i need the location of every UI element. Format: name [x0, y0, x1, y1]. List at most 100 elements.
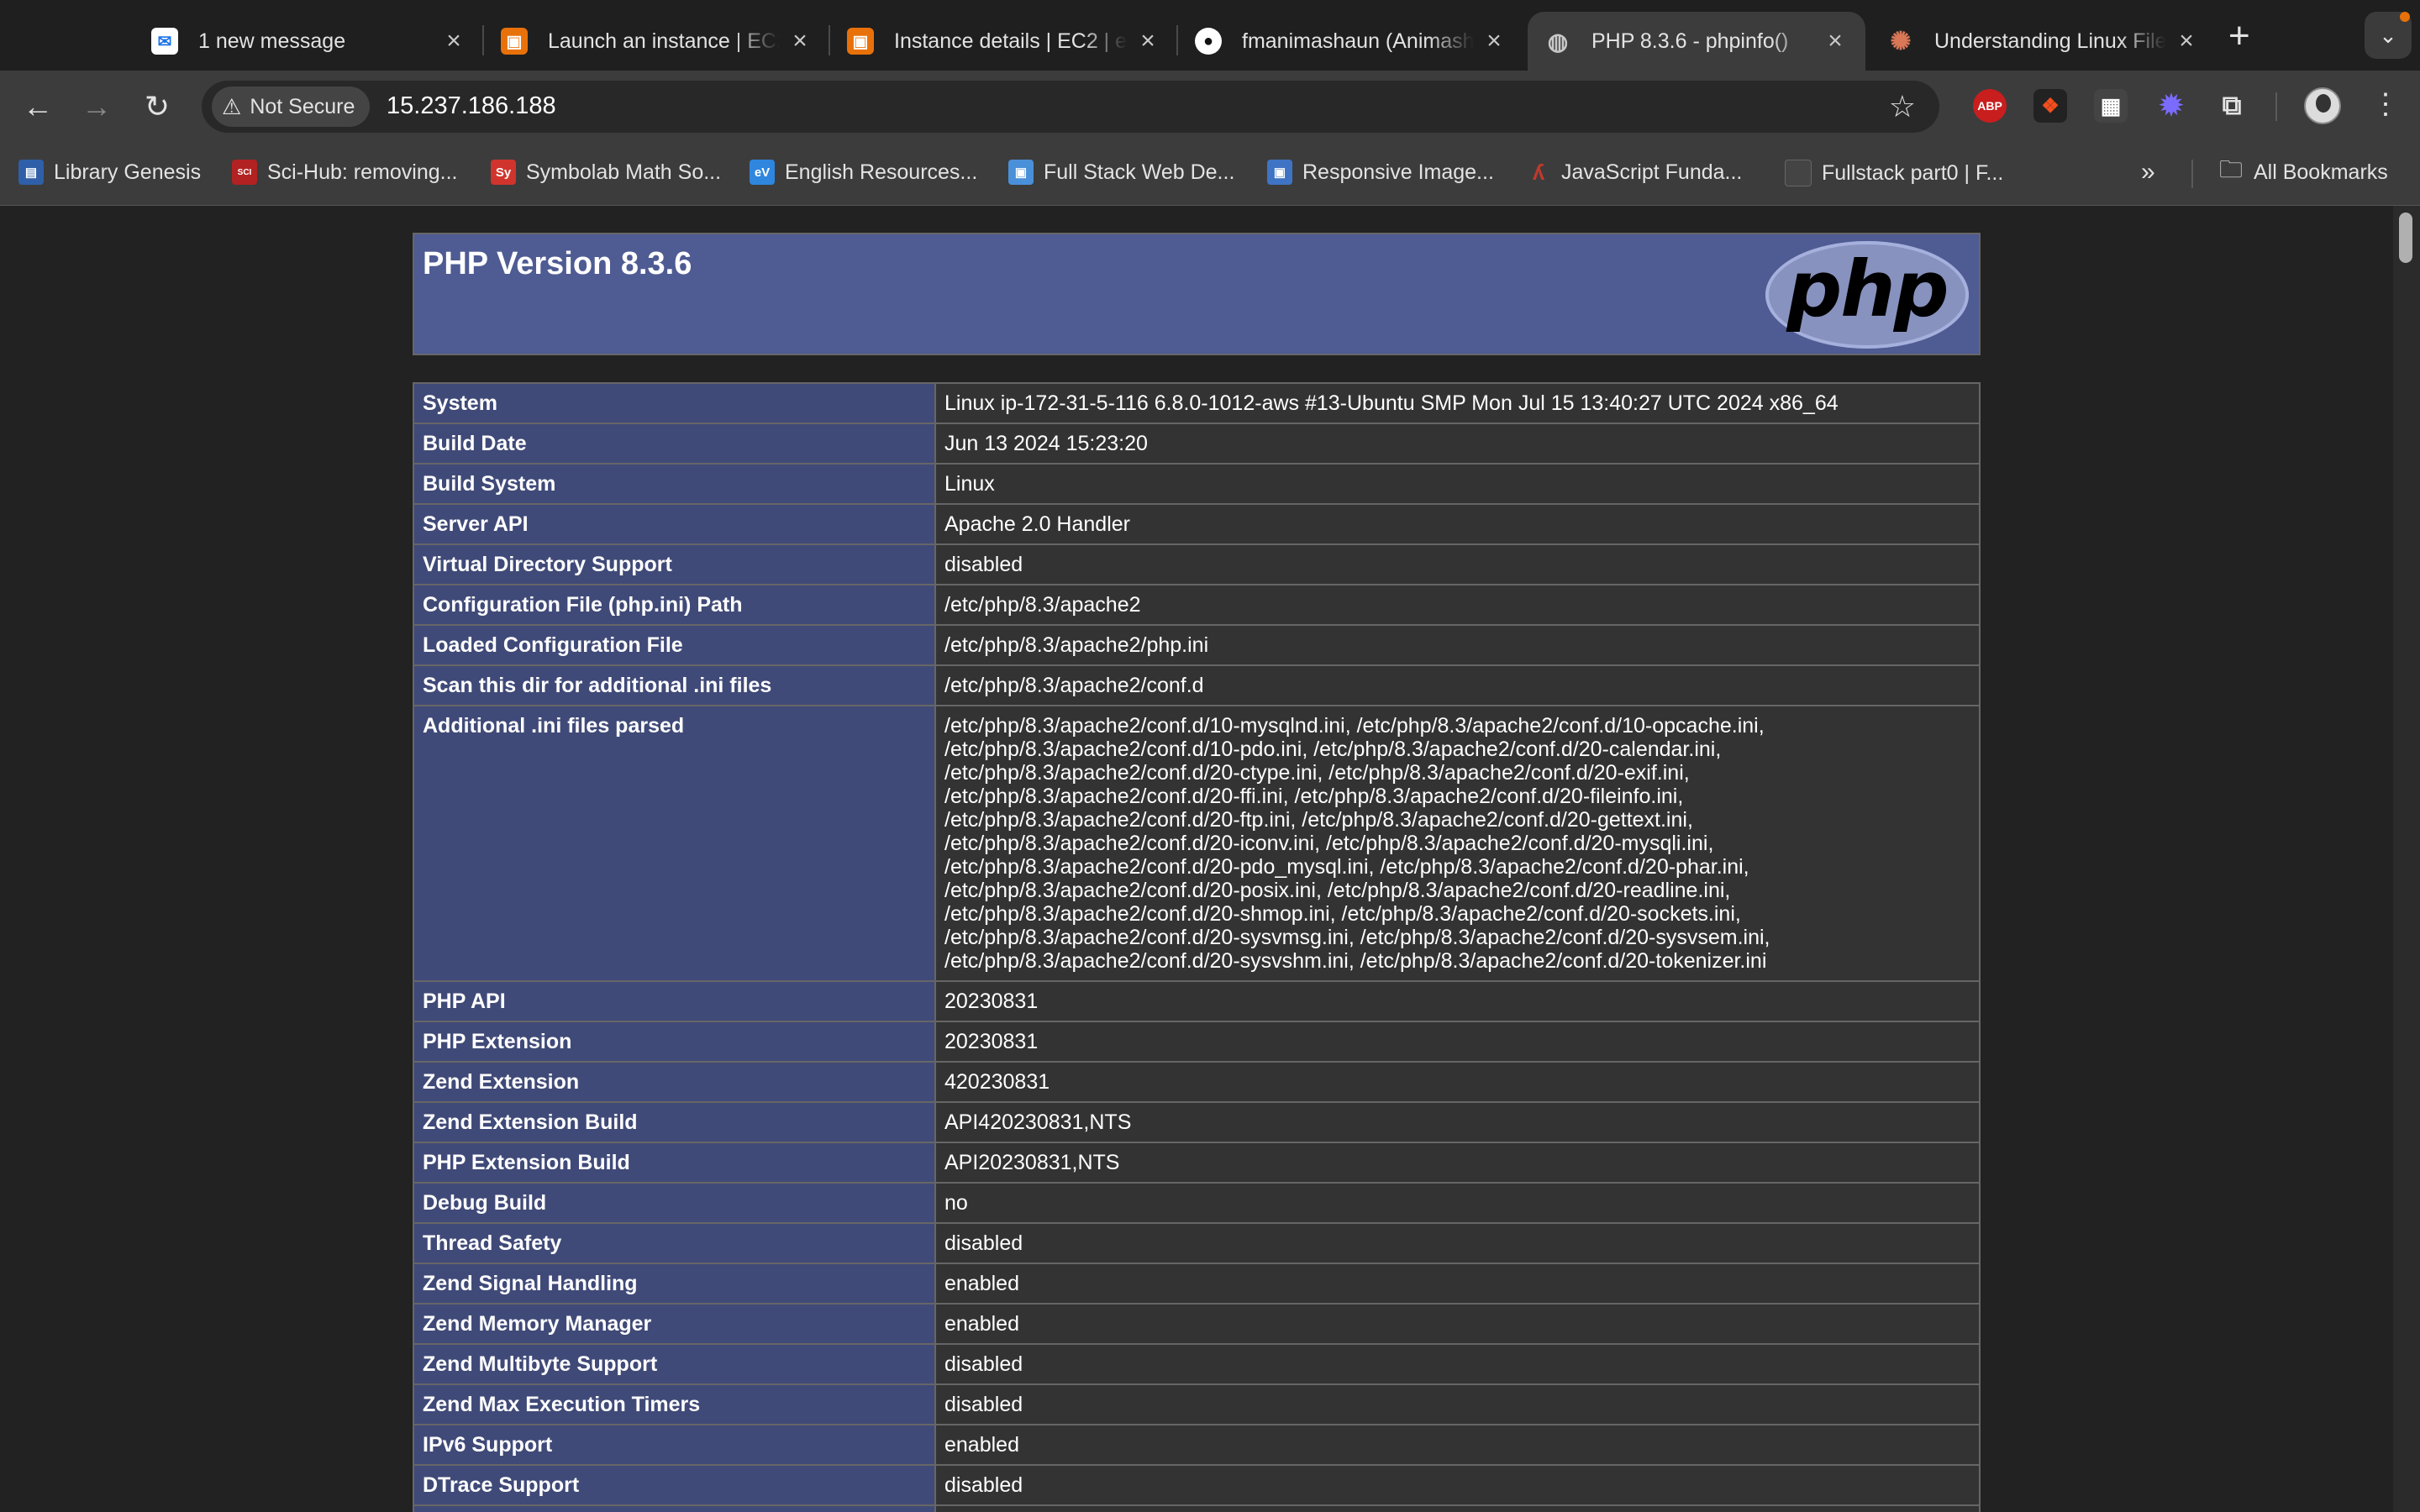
directive-value: Linux ip-172-31-5-116 6.8.0-1012-aws #13… [934, 382, 1981, 424]
directive-name: Debug Build [413, 1182, 936, 1224]
all-bookmarks-button[interactable]: 🗀 All Bookmarks [2218, 156, 2388, 185]
scrollbar-thumb[interactable] [2399, 213, 2412, 263]
directive-value: disabled [934, 543, 1981, 585]
symbolab-icon: Sy [491, 160, 516, 185]
adblock-extension-icon[interactable]: ABP [1973, 89, 2007, 123]
tab-1[interactable]: ✉ 1 new message × [134, 12, 484, 71]
bookmark-label: Symbolab Math So... [526, 160, 722, 184]
close-icon[interactable]: × [1481, 27, 1507, 55]
puzzle-icon[interactable]: ⧉ [2215, 89, 2249, 123]
more-menu-icon[interactable]: ⋮ [2371, 87, 2400, 121]
address-bar[interactable]: ⚠ Not Secure 15.237.186.188 ☆ [202, 81, 1939, 133]
close-icon[interactable]: × [786, 27, 813, 55]
directive-name: PHP Extension [413, 1021, 936, 1063]
bookmarks-bar: ▤ Library Genesis SCI Sci-Hub: removing.… [0, 143, 2420, 206]
directive-name: IPv6 Support [413, 1424, 936, 1466]
directive-name: Server API [413, 503, 936, 545]
all-bookmarks-label: All Bookmarks [2254, 160, 2388, 184]
bookmark-label: English Resources... [785, 160, 978, 184]
directive-name: Zend Extension Build [413, 1101, 936, 1143]
directive-value: /etc/php/8.3/apache2 [934, 584, 1981, 626]
tab-title: PHP 8.3.6 - phpinfo() [1591, 29, 1789, 53]
table-row: Debug Build no [413, 1182, 1981, 1224]
directive-name: Thread Safety [413, 1222, 936, 1264]
table-row: Zend Max Execution Timers disabled [413, 1383, 1981, 1425]
table-row: Thread Safety disabled [413, 1222, 1981, 1264]
bookmark-item[interactable]: Sy Symbolab Math So... [491, 160, 721, 185]
bookmark-item[interactable]: ʎ JavaScript Funda... [1526, 159, 1743, 185]
directive-value: API420230831,NTS [934, 1101, 1981, 1143]
page-viewport[interactable]: PHP Version 8.3.6 php System Linux ip-172… [0, 206, 2393, 1512]
js-icon: ʎ [1532, 159, 1545, 185]
mail-icon: ✉ [151, 28, 178, 55]
bookmark-label: Library Genesis [54, 160, 202, 184]
close-icon[interactable]: × [440, 27, 467, 55]
directive-value: API20230831,NTS [934, 1142, 1981, 1184]
security-chip[interactable]: ⚠ Not Secure [212, 87, 371, 127]
tab-4[interactable]: ● fmanimashaun (Animashaun) × [1178, 12, 1524, 71]
table-row: Server API Apache 2.0 Handler [413, 503, 1981, 545]
directive-name: Loaded Configuration File [413, 624, 936, 666]
directive-name: Zend Signal Handling [413, 1263, 936, 1305]
bookmarks-divider [2191, 160, 2193, 188]
table-row: PHP Extension Build API20230831,NTS [413, 1142, 1981, 1184]
grid-extension-icon[interactable]: ▦ [2094, 89, 2128, 123]
fullstack-icon [1785, 160, 1812, 186]
github-icon: ● [1195, 28, 1222, 55]
directive-name: Zend Max Execution Timers [413, 1383, 936, 1425]
close-icon[interactable]: × [2173, 27, 2200, 55]
tab-search-button[interactable]: ⌄ [2365, 12, 2412, 59]
directive-name: Registered PHP Streams [413, 1504, 936, 1512]
directive-name: DTrace Support [413, 1464, 936, 1506]
php-logo[interactable]: php [1765, 241, 1969, 349]
phpinfo-table: System Linux ip-172-31-5-116 6.8.0-1012-a… [413, 382, 1981, 1512]
directive-value: 20230831 [934, 1021, 1981, 1063]
bookmark-item[interactable]: eV English Resources... [750, 160, 977, 185]
bookmark-label: Full Stack Web De... [1044, 160, 1235, 184]
reload-button[interactable]: ↻ [136, 86, 178, 128]
table-row: Zend Signal Handling enabled [413, 1263, 1981, 1305]
chevron-down-icon: ⌄ [2379, 22, 2397, 48]
more-bookmarks-icon[interactable]: » [2141, 158, 2155, 186]
book-icon: ▤ [18, 160, 44, 185]
table-row: Zend Memory Manager enabled [413, 1303, 1981, 1345]
vertical-scrollbar[interactable] [2393, 206, 2420, 1512]
url-text[interactable]: 15.237.186.188 [387, 92, 556, 120]
directive-value: disabled [934, 1383, 1981, 1425]
close-icon[interactable]: × [1134, 27, 1161, 55]
bookmark-star-icon[interactable]: ☆ [1889, 89, 1916, 124]
tab-2[interactable]: ▣ Launch an instance | EC2 | eu-west × [484, 12, 830, 71]
directive-value: no [934, 1182, 1981, 1224]
gear-extension-icon[interactable]: ✹ [2154, 89, 2188, 123]
bookmark-item[interactable]: ▣ Responsive Image... [1267, 160, 1494, 185]
table-row: Additional .ini files parsed/etc/php/8.3… [413, 705, 1981, 982]
arrow-right-icon: → [82, 89, 112, 123]
bookmark-label: Sci-Hub: removing... [267, 160, 458, 184]
aws-icon: ▣ [501, 28, 528, 55]
bookmark-item[interactable]: ▤ Library Genesis [18, 160, 201, 185]
directive-name: Scan this dir for additional .ini files [413, 664, 936, 706]
bookmark-item[interactable]: SCI Sci-Hub: removing... [232, 160, 457, 185]
warning-icon: ⚠ [222, 93, 242, 119]
figma-extension-icon[interactable]: ❖ [2033, 89, 2067, 123]
directive-value: https, ftps, compress.zlib, php, file, g… [934, 1504, 1981, 1512]
bookmark-label: JavaScript Funda... [1561, 160, 1743, 184]
directive-value: /etc/php/8.3/apache2/php.ini [934, 624, 1981, 666]
claude-icon: ✺ [1890, 27, 1912, 55]
profile-avatar[interactable] [2304, 87, 2341, 124]
forward-button[interactable]: → [76, 86, 118, 128]
tab-5-active[interactable]: ◍ PHP 8.3.6 - phpinfo() × [1528, 12, 1865, 71]
back-button[interactable]: ← [17, 86, 59, 128]
bookmark-item[interactable]: Fullstack part0 | F... [1785, 160, 2003, 186]
close-icon[interactable]: × [1822, 27, 1849, 55]
bookmark-item[interactable]: ▣ Full Stack Web De... [1008, 160, 1234, 185]
table-row: PHP API 20230831 [413, 980, 1981, 1022]
directive-name: Configuration File (php.ini) Path [413, 584, 936, 626]
tab-3[interactable]: ▣ Instance details | EC2 | eu-west × [830, 12, 1178, 71]
doc-icon: ▣ [1267, 160, 1292, 185]
ev-icon: eV [750, 160, 775, 185]
tab-title: Instance details | EC2 | eu-west [894, 29, 1128, 53]
new-tab-button[interactable]: + [2228, 15, 2250, 57]
tab-6[interactable]: ✺ Understanding Linux File × [1870, 12, 2217, 71]
directive-value: 20230831 [934, 980, 1981, 1022]
